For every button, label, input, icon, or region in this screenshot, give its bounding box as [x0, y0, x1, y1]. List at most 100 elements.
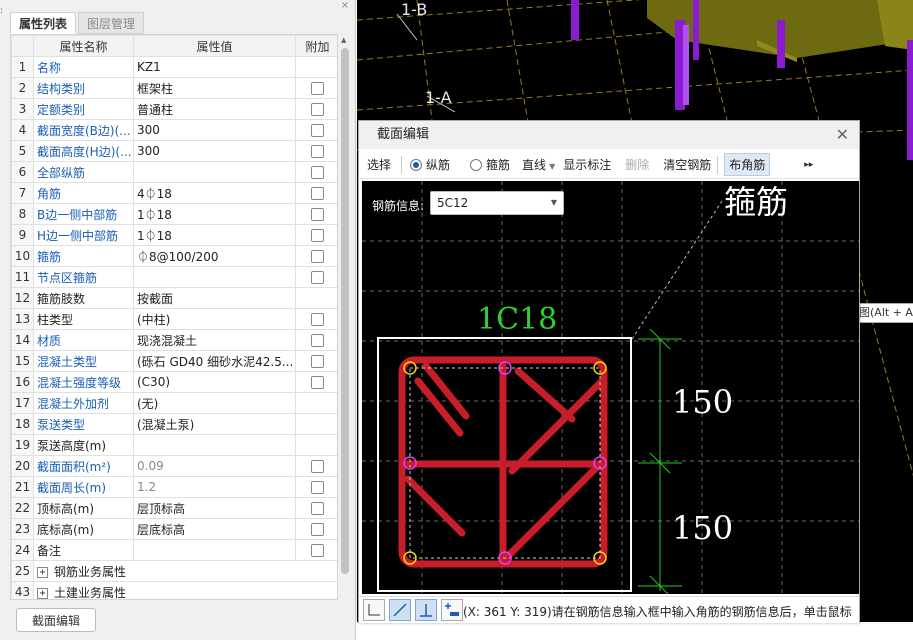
- table-row[interactable]: 22 顶标高(m) 层顶标高: [11, 497, 337, 519]
- attach-checkbox[interactable]: [311, 145, 324, 158]
- table-row[interactable]: 25 + 钢筋业务属性: [11, 560, 337, 582]
- select-tool[interactable]: 选择: [367, 156, 391, 173]
- property-value[interactable]: 300: [133, 140, 296, 162]
- dialog-close-icon[interactable]: ✕: [836, 125, 849, 144]
- attach-checkbox[interactable]: [311, 544, 324, 557]
- property-value[interactable]: [133, 266, 296, 288]
- table-row[interactable]: 20 截面面积(m²) 0.09: [11, 455, 337, 477]
- property-value[interactable]: 1.2: [133, 476, 296, 498]
- rebar-info-input[interactable]: 5C12 ▼: [430, 191, 564, 215]
- table-row[interactable]: 15 混凝土类型 (砾石 GD40 细砂水泥42.5...: [11, 350, 337, 372]
- property-value[interactable]: 现浇混凝土: [133, 329, 296, 351]
- table-row[interactable]: 2 结构类别 框架柱: [11, 77, 337, 99]
- line-snap-icon[interactable]: [389, 599, 411, 621]
- scroll-up-icon[interactable]: ▲: [341, 36, 346, 44]
- line-dropdown[interactable]: 直线 ▼: [522, 156, 555, 173]
- property-value[interactable]: 普通柱: [133, 98, 296, 120]
- row-index: 8: [11, 203, 34, 225]
- property-value[interactable]: 1⏀18: [133, 203, 296, 225]
- show-marks-button[interactable]: 显示标注: [563, 156, 611, 173]
- corner-rebar-button[interactable]: 布角筋: [724, 153, 771, 176]
- attach-checkbox[interactable]: [311, 187, 324, 200]
- perpendicular-snap-icon[interactable]: [415, 599, 437, 621]
- attach-checkbox[interactable]: [311, 376, 324, 389]
- radio-unselected-icon[interactable]: [470, 159, 483, 171]
- property-value[interactable]: [133, 434, 296, 456]
- panel-close-icon[interactable]: ×: [338, 0, 352, 12]
- property-value[interactable]: 按截面: [133, 287, 296, 309]
- chevron-down-icon[interactable]: ▼: [551, 192, 557, 214]
- expand-icon[interactable]: +: [37, 566, 48, 578]
- attach-checkbox[interactable]: [311, 334, 324, 347]
- property-name: 混凝土类型: [33, 350, 134, 372]
- radio-selected-icon[interactable]: [410, 159, 423, 171]
- section-edit-button[interactable]: 截面编辑: [16, 608, 96, 632]
- section-canvas[interactable]: 箍筋 1C18 150 150 钢筋信息: 5C12 ▼: [362, 181, 859, 594]
- table-row[interactable]: 23 底标高(m) 层底标高: [11, 518, 337, 540]
- scroll-thumb[interactable]: [341, 48, 349, 574]
- table-row[interactable]: 10 箍筋 ⏀8@100/200: [11, 245, 337, 267]
- attach-checkbox[interactable]: [311, 271, 324, 284]
- property-value[interactable]: 300: [133, 119, 296, 141]
- property-value[interactable]: 0.09: [133, 455, 296, 477]
- table-row[interactable]: 6 全部纵筋: [11, 161, 337, 183]
- property-value[interactable]: (混凝土泵): [133, 413, 296, 435]
- table-row[interactable]: 7 角筋 4⏀18: [11, 182, 337, 204]
- attach-cell: [295, 140, 337, 162]
- attach-checkbox[interactable]: [311, 355, 324, 368]
- property-value[interactable]: 1⏀18: [133, 224, 296, 246]
- property-value[interactable]: (C30): [133, 371, 296, 393]
- radio-longitudinal[interactable]: 纵筋: [410, 156, 450, 173]
- table-row[interactable]: 3 定额类别 普通柱: [11, 98, 337, 120]
- property-value[interactable]: 4⏀18: [133, 182, 296, 204]
- attach-checkbox[interactable]: [311, 103, 324, 116]
- add-point-icon[interactable]: [441, 599, 463, 621]
- property-value[interactable]: [133, 539, 296, 561]
- expand-icon[interactable]: +: [37, 587, 48, 599]
- attach-checkbox[interactable]: [311, 166, 324, 179]
- attach-checkbox[interactable]: [311, 124, 324, 137]
- table-row[interactable]: 19 泵送高度(m): [11, 434, 337, 456]
- table-row[interactable]: 4 截面宽度(B边)(... 300: [11, 119, 337, 141]
- attach-checkbox[interactable]: [311, 208, 324, 221]
- table-row[interactable]: 16 混凝土强度等级 (C30): [11, 371, 337, 393]
- toolbar-overflow-icon[interactable]: ▸▸: [804, 160, 813, 170]
- table-row[interactable]: 5 截面高度(H边)(... 300: [11, 140, 337, 162]
- property-value[interactable]: (中柱): [133, 308, 296, 330]
- table-row[interactable]: 14 材质 现浇混凝土: [11, 329, 337, 351]
- grid-scrollbar[interactable]: ▲: [339, 34, 351, 600]
- table-row[interactable]: 11 节点区箍筋: [11, 266, 337, 288]
- attach-checkbox[interactable]: [311, 502, 324, 515]
- property-value[interactable]: [133, 161, 296, 183]
- tab-layer-management[interactable]: 图层管理: [78, 12, 145, 34]
- table-row[interactable]: 1 名称 KZ1: [11, 56, 337, 78]
- table-row[interactable]: 43 + 土建业务属性: [11, 581, 337, 599]
- property-value[interactable]: 层顶标高: [133, 497, 296, 519]
- attach-checkbox[interactable]: [311, 460, 324, 473]
- attach-checkbox[interactable]: [311, 250, 324, 263]
- table-row[interactable]: 18 泵送类型 (混凝土泵): [11, 413, 337, 435]
- property-value[interactable]: (无): [133, 392, 296, 414]
- property-value[interactable]: KZ1: [133, 56, 296, 78]
- property-value[interactable]: (砾石 GD40 细砂水泥42.5...: [133, 350, 296, 372]
- table-row[interactable]: 24 备注: [11, 539, 337, 561]
- table-row[interactable]: 9 H边一侧中部筋 1⏀18: [11, 224, 337, 246]
- property-value[interactable]: 框架柱: [133, 77, 296, 99]
- table-row[interactable]: 12 箍筋肢数 按截面: [11, 287, 337, 309]
- table-row[interactable]: 8 B边一侧中部筋 1⏀18: [11, 203, 337, 225]
- table-row[interactable]: 17 混凝土外加剂 (无): [11, 392, 337, 414]
- tab-property-list[interactable]: 属性列表: [10, 12, 77, 34]
- ortho-snap-icon[interactable]: [363, 599, 385, 621]
- attach-checkbox[interactable]: [311, 229, 324, 242]
- attach-checkbox[interactable]: [311, 82, 324, 95]
- attach-checkbox[interactable]: [311, 523, 324, 536]
- attach-checkbox[interactable]: [311, 481, 324, 494]
- table-row[interactable]: 13 柱类型 (中柱): [11, 308, 337, 330]
- clear-rebar-button[interactable]: 清空钢筋: [663, 156, 711, 173]
- delete-button[interactable]: 删除: [625, 156, 649, 173]
- attach-checkbox[interactable]: [311, 313, 324, 326]
- property-value[interactable]: ⏀8@100/200: [133, 245, 296, 267]
- table-row[interactable]: 21 截面周长(m) 1.2: [11, 476, 337, 498]
- radio-stirrup[interactable]: 箍筋: [470, 156, 510, 173]
- property-value[interactable]: 层底标高: [133, 518, 296, 540]
